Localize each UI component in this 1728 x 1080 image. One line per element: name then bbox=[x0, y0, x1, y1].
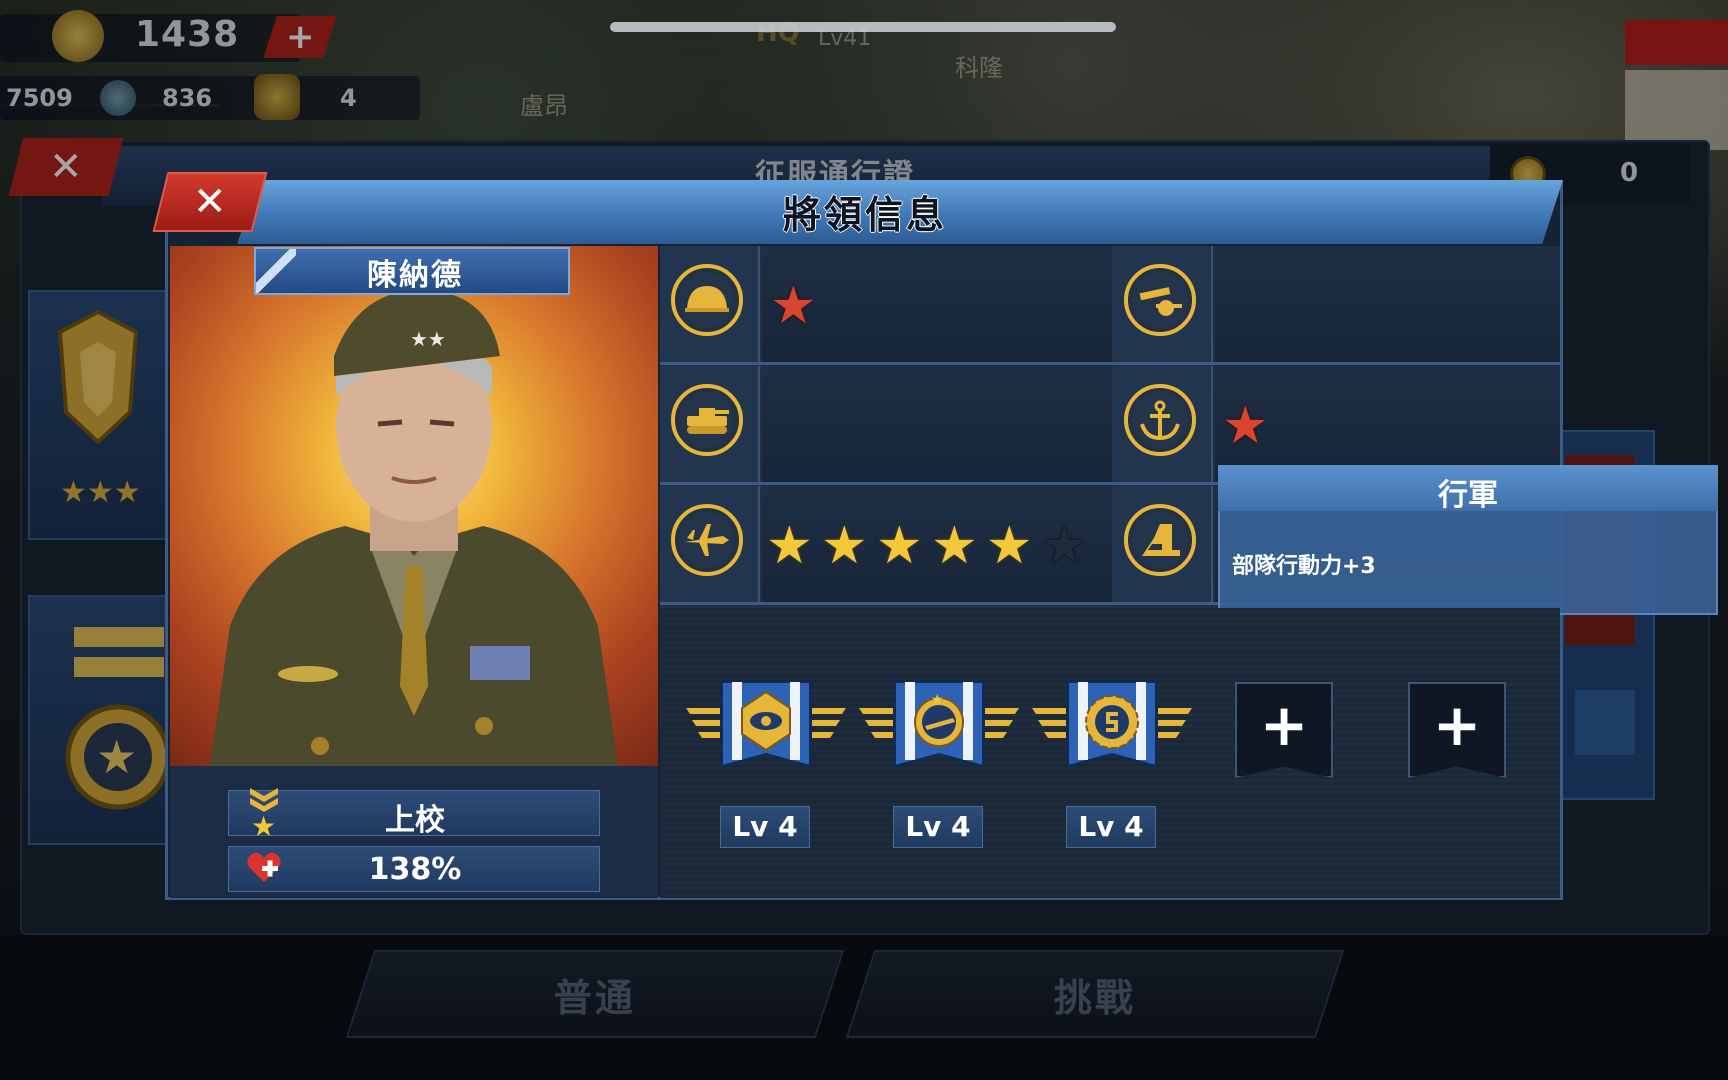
home-indicator[interactable] bbox=[610, 22, 1116, 32]
general-health: 138% bbox=[368, 852, 462, 887]
general-figure: ★★ bbox=[210, 289, 618, 766]
medal-level-badge: Lv 4 bbox=[720, 806, 810, 848]
general-rank: 上校 bbox=[385, 803, 445, 838]
add-medal-slot-button[interactable]: + bbox=[1408, 682, 1506, 778]
svg-text:★★: ★★ bbox=[410, 327, 446, 351]
add-medal-slot-button[interactable]: + bbox=[1235, 682, 1333, 778]
dialog-close-button[interactable]: ✕ bbox=[152, 172, 268, 232]
skill-tooltip-description: 部隊行動力+3 bbox=[1232, 554, 1376, 579]
plane-medal-icon[interactable]: ★ bbox=[859, 680, 1019, 780]
airforce-plane-icon[interactable] bbox=[671, 504, 743, 576]
grid-divider bbox=[660, 362, 1560, 365]
skill-star: ★ bbox=[876, 516, 923, 576]
svg-text:★: ★ bbox=[251, 810, 276, 838]
skill-star: ★ bbox=[931, 516, 978, 576]
chevron-rank-icon: ★ bbox=[246, 784, 282, 843]
skill-stars-cell bbox=[762, 366, 1112, 482]
march-boot-icon[interactable] bbox=[1124, 504, 1196, 576]
skill-star: ★ bbox=[821, 516, 868, 576]
skill-tooltip-title: 行軍 bbox=[1438, 478, 1498, 513]
skill-star: ★ bbox=[986, 516, 1033, 576]
skill-star: ★ bbox=[766, 516, 813, 576]
skill-star-empty: ★ bbox=[1041, 516, 1088, 576]
general-portrait: ★★ bbox=[170, 246, 658, 766]
svg-text:★: ★ bbox=[931, 692, 944, 708]
gear-medal-icon[interactable] bbox=[1032, 680, 1192, 780]
skill-stars-cell bbox=[1215, 246, 1560, 362]
skill-star: ★ bbox=[1222, 396, 1269, 456]
heart-plus-icon bbox=[244, 848, 284, 888]
artillery-cannon-icon[interactable] bbox=[1124, 264, 1196, 336]
general-name: 陳納德 bbox=[367, 258, 463, 293]
eye-medal-icon[interactable] bbox=[686, 680, 846, 780]
navy-anchor-icon[interactable] bbox=[1124, 384, 1196, 456]
infantry-helmet-icon[interactable] bbox=[671, 264, 743, 336]
medal-level-badge: Lv 4 bbox=[893, 806, 983, 848]
skill-star: ★ bbox=[770, 276, 817, 336]
medal-level-badge: Lv 4 bbox=[1066, 806, 1156, 848]
dialog-title: 將領信息 bbox=[782, 193, 947, 237]
tank-icon[interactable] bbox=[671, 384, 743, 456]
